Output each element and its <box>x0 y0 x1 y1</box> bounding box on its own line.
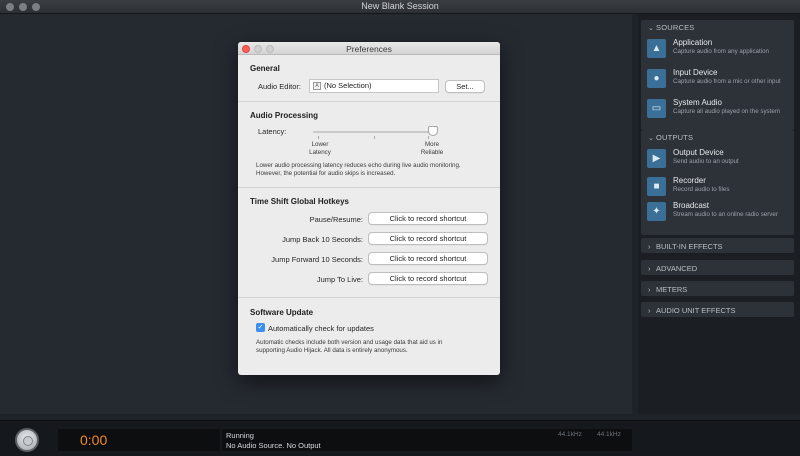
source-application[interactable]: ▲ Application Capture audio from any app… <box>645 37 793 63</box>
window-titlebar: New Blank Session <box>0 0 800 14</box>
preferences-dialog: Preferences General Audio Editor: A (No … <box>238 42 500 375</box>
built-in-effects-panel[interactable]: › BUILT-IN EFFECTS <box>641 238 794 253</box>
hotkeys-section: Time Shift Global Hotkeys Pause/Resume: … <box>238 189 500 298</box>
update-note-line-2: supporting Audio Hijack. All data is ent… <box>256 347 408 354</box>
status-line-2: No Audio Source. No Output <box>226 441 321 450</box>
panel-label: AUDIO UNIT EFFECTS <box>656 306 736 315</box>
auto-update-checkbox[interactable]: ✓ <box>256 323 265 332</box>
hotkeys-heading: Time Shift Global Hotkeys <box>250 197 349 206</box>
hotkey-label-jump-back: Jump Back 10 Seconds: <box>282 235 363 244</box>
app-icon: A <box>313 82 321 90</box>
chevron-down-icon: ⌄ <box>648 25 655 32</box>
status-line-1: Running <box>226 431 254 440</box>
elapsed-time: 0:00 <box>80 432 108 448</box>
output-broadcast[interactable]: ✦ Broadcast Stream audio to an online ra… <box>645 200 793 226</box>
reliable-label: Reliable <box>420 149 444 156</box>
audio-editor-label: Audio Editor: <box>258 82 301 91</box>
panel-label: BUILT-IN EFFECTS <box>656 242 723 251</box>
source-description: Capture audio from a mic or other input <box>673 78 781 85</box>
timer-display: 0:00 <box>58 429 220 451</box>
chevron-right-icon: › <box>648 264 651 273</box>
window-title: New Blank Session <box>361 1 439 11</box>
microphone-icon: ● <box>647 69 666 88</box>
record-shortcut-jump-to-live-button[interactable]: Click to record shortcut <box>368 272 488 285</box>
slider-tick <box>374 136 375 139</box>
outputs-panel: ⌄ OUTPUTS ▶ Output Device Send audio to a… <box>641 130 794 235</box>
chevron-right-icon: › <box>648 242 651 251</box>
meters-panel[interactable]: › METERS <box>641 281 794 296</box>
output-description: Send audio to an output <box>673 158 739 165</box>
source-input-device[interactable]: ● Input Device Capture audio from a mic … <box>645 67 793 93</box>
app-store-icon: ▲ <box>647 39 666 58</box>
sources-panel: ⌄ SOURCES ▲ Application Capture audio fro… <box>641 20 794 130</box>
hotkey-label-jump-forward: Jump Forward 10 Seconds: <box>271 255 363 264</box>
status-display: Running No Audio Source. No Output 44.1k… <box>222 429 632 451</box>
output-description: Stream audio to an online radio server <box>673 211 778 218</box>
monitor-icon: ▭ <box>647 99 666 118</box>
audio-editor-value: (No Selection) <box>324 81 372 90</box>
hotkey-label-jump-to-live: Jump To Live: <box>316 275 363 284</box>
set-audio-editor-button[interactable]: Set... <box>445 80 485 93</box>
record-shortcut-pause-resume-button[interactable]: Click to record shortcut <box>368 212 488 225</box>
speaker-icon: ▶ <box>647 149 666 168</box>
sources-header[interactable]: ⌄ SOURCES <box>641 20 794 34</box>
slider-tick <box>318 136 319 139</box>
sample-rate-1: 44.1kHz <box>558 431 582 438</box>
auto-update-label[interactable]: Automatically check for updates <box>268 324 374 333</box>
output-recorder[interactable]: ■ Recorder Record audio to files <box>645 175 793 201</box>
record-shortcut-jump-forward-button[interactable]: Click to record shortcut <box>368 252 488 265</box>
slider-tick <box>428 136 429 139</box>
chevron-down-icon: ⌄ <box>648 135 655 142</box>
sample-rate-2: 44.1kHz <box>597 431 621 438</box>
output-description: Record audio to files <box>673 186 730 193</box>
latency-label-small: Latency <box>309 149 331 156</box>
output-name: Broadcast <box>673 201 710 210</box>
source-description: Capture audio from any application <box>673 48 769 55</box>
source-name: System Audio <box>673 98 722 107</box>
outputs-header-label: OUTPUTS <box>656 133 694 142</box>
latency-label: Latency: <box>258 127 287 136</box>
output-device[interactable]: ▶ Output Device Send audio to an output <box>645 147 793 173</box>
source-name: Input Device <box>673 68 718 77</box>
bird-icon: ✦ <box>647 202 666 221</box>
audio-processing-heading: Audio Processing <box>250 111 319 120</box>
chevron-right-icon: › <box>648 285 651 294</box>
hotkey-label-pause-resume: Pause/Resume: <box>309 215 363 224</box>
software-update-heading: Software Update <box>250 308 314 317</box>
source-system-audio[interactable]: ▭ System Audio Capture all audio played … <box>645 97 793 123</box>
latency-note-line-2: However, the potential for audio skips i… <box>256 170 396 177</box>
output-name: Recorder <box>673 176 706 185</box>
audio-processing-section: Audio Processing Latency: Lower Latency … <box>238 103 500 188</box>
dialog-title: Preferences <box>346 43 392 54</box>
panel-label: ADVANCED <box>656 264 698 273</box>
latency-slider-track[interactable] <box>313 131 433 133</box>
latency-slider-thumb[interactable] <box>428 126 438 136</box>
source-description: Capture all audio played on the system <box>673 108 780 115</box>
audio-editor-field[interactable]: A (No Selection) <box>309 79 439 93</box>
chevron-right-icon: › <box>648 306 651 315</box>
sources-header-label: SOURCES <box>656 23 695 32</box>
software-update-section: Software Update ✓ Automatically check fo… <box>238 299 500 375</box>
transport-bar: 0:00 Running No Audio Source. No Output … <box>0 420 800 456</box>
outputs-header[interactable]: ⌄ OUTPUTS <box>641 130 794 144</box>
output-name: Output Device <box>673 148 724 157</box>
panel-label: METERS <box>656 285 688 294</box>
general-section: General Audio Editor: A (No Selection) S… <box>238 55 500 102</box>
power-button[interactable] <box>15 428 39 452</box>
source-name: Application <box>673 38 713 47</box>
dialog-titlebar: Preferences <box>238 42 500 55</box>
record-shortcut-jump-back-button[interactable]: Click to record shortcut <box>368 232 488 245</box>
audio-unit-effects-panel[interactable]: › AUDIO UNIT EFFECTS <box>641 302 794 317</box>
advanced-panel[interactable]: › ADVANCED <box>641 260 794 275</box>
general-heading: General <box>250 64 280 73</box>
blocks-sidebar: ⌄ SOURCES ▲ Application Capture audio fro… <box>638 14 800 414</box>
document-icon: ■ <box>647 177 666 196</box>
